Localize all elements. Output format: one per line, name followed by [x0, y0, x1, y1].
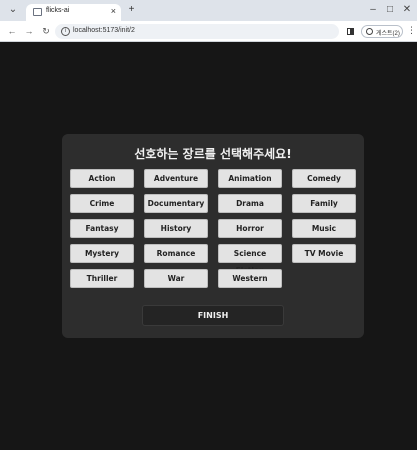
side-panel-icon[interactable]	[347, 28, 354, 35]
favicon-icon	[33, 8, 42, 16]
genre-button-thriller[interactable]: Thriller	[70, 269, 134, 288]
maximize-button[interactable]: □	[383, 3, 397, 17]
profile-icon	[366, 28, 373, 35]
close-window-button[interactable]: ✕	[400, 3, 414, 17]
genre-button-mystery[interactable]: Mystery	[70, 244, 134, 263]
tab-search-button[interactable]: ⌄	[6, 3, 20, 17]
tab-close-icon[interactable]: ×	[111, 6, 116, 16]
genre-button-crime[interactable]: Crime	[70, 194, 134, 213]
genre-button-war[interactable]: War	[144, 269, 208, 288]
browser-toolbar: ← → ↻ i localhost:5173/init/2 게스트(2) ⋮	[0, 21, 417, 42]
url-text: localhost:5173/init/2	[73, 27, 135, 34]
genre-button-science-fiction[interactable]: Science Fiction	[218, 244, 282, 275]
browser-tab[interactable]: flicks-ai ×	[26, 4, 121, 21]
address-bar[interactable]: i localhost:5173/init/2	[55, 24, 339, 39]
site-info-icon[interactable]: i	[61, 27, 70, 36]
genre-button-comedy[interactable]: Comedy	[292, 169, 356, 188]
forward-button[interactable]: →	[23, 25, 35, 37]
finish-button[interactable]: FINISH	[142, 305, 284, 326]
new-tab-button[interactable]: +	[126, 5, 137, 16]
genre-button-drama[interactable]: Drama	[218, 194, 282, 213]
genre-button-animation[interactable]: Animation	[218, 169, 282, 188]
genre-button-family[interactable]: Family	[292, 194, 356, 213]
genre-button-tv-movie[interactable]: TV Movie	[292, 244, 356, 263]
genre-button-adventure[interactable]: Adventure	[144, 169, 208, 188]
genre-button-action[interactable]: Action	[70, 169, 134, 188]
page-title: 선호하는 장르를 선택해주세요!	[134, 147, 292, 161]
genre-button-documentary[interactable]: Documentary	[144, 194, 208, 213]
genre-button-history[interactable]: History	[144, 219, 208, 238]
browser-menu-icon[interactable]: ⋮	[407, 25, 416, 36]
reload-button[interactable]: ↻	[40, 25, 52, 37]
genre-selection-panel: 선호하는 장르를 선택해주세요! Action Adventure Animat…	[62, 134, 364, 338]
profile-button[interactable]: 게스트(2)	[361, 25, 403, 38]
genre-button-music[interactable]: Music	[292, 219, 356, 238]
minimize-button[interactable]: –	[366, 3, 380, 17]
back-button[interactable]: ←	[6, 25, 18, 37]
genre-button-fantasy[interactable]: Fantasy	[70, 219, 134, 238]
genre-button-horror[interactable]: Horror	[218, 219, 282, 238]
profile-label: 게스트(2)	[376, 31, 400, 37]
tab-title: flicks-ai	[46, 7, 70, 14]
genre-button-romance[interactable]: Romance	[144, 244, 208, 263]
browser-tab-strip: ⌄ flicks-ai × + – □ ✕	[0, 0, 417, 21]
genre-button-western[interactable]: Western	[218, 269, 282, 288]
